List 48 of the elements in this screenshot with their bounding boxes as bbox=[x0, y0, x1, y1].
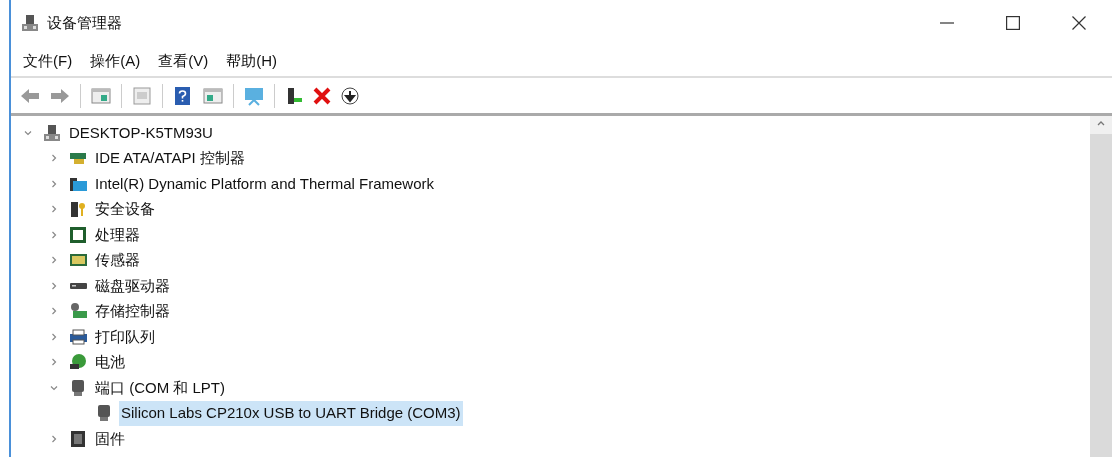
tree-item[interactable]: Silicon Labs CP210x USB to UART Bridge (COM3) bbox=[119, 401, 463, 426]
scrollbar[interactable] bbox=[1090, 116, 1112, 457]
tree-item[interactable]: Intel(R) Dynamic Platform and Thermal Framework bbox=[93, 171, 436, 196]
tree-item[interactable]: DESKTOP-K5TM93U bbox=[67, 120, 215, 145]
key-device-icon bbox=[69, 200, 87, 219]
close-icon[interactable] bbox=[1072, 16, 1086, 30]
tree-item[interactable]: 端口 (COM 和 LPT) bbox=[93, 375, 227, 400]
download-icon bbox=[340, 85, 360, 106]
tree-item[interactable]: 安全设备 bbox=[93, 197, 157, 222]
tree-item[interactable]: 固件 bbox=[93, 426, 127, 451]
menu-item[interactable]: 文件(F) bbox=[23, 47, 82, 75]
tree-item[interactable]: 电池 bbox=[93, 350, 127, 375]
window-icon bbox=[202, 85, 224, 106]
port-icon bbox=[69, 378, 87, 397]
chevron-right-icon[interactable] bbox=[49, 178, 59, 189]
delete-icon bbox=[312, 85, 332, 106]
menu-item[interactable]: 帮助(H) bbox=[226, 47, 286, 75]
disk-drive-icon bbox=[69, 282, 87, 289]
chevron-right-icon[interactable] bbox=[49, 306, 59, 317]
tree-item[interactable]: 处理器 bbox=[93, 222, 142, 247]
chevron-right-icon[interactable] bbox=[49, 357, 59, 368]
printer-icon bbox=[69, 327, 87, 346]
tree-item[interactable]: 磁盘驱动器 bbox=[93, 273, 172, 298]
chevron-right-icon[interactable] bbox=[49, 229, 59, 240]
chevron-right-icon[interactable] bbox=[49, 433, 59, 444]
storage-icon bbox=[69, 302, 87, 321]
chevron-right-icon[interactable] bbox=[49, 331, 59, 342]
window-icon bbox=[90, 85, 112, 106]
port-icon bbox=[95, 404, 113, 423]
tree-item[interactable]: IDE ATA/ATAPI 控制器 bbox=[93, 146, 247, 171]
tree-item[interactable]: 存储控制器 bbox=[93, 299, 172, 324]
document-icon bbox=[131, 85, 153, 106]
menu-item[interactable]: 操作(A) bbox=[90, 47, 150, 75]
chevron-right-icon[interactable] bbox=[49, 204, 59, 215]
firmware-icon bbox=[69, 429, 87, 448]
tree-item[interactable]: 传感器 bbox=[93, 248, 142, 273]
computer-icon bbox=[43, 123, 61, 142]
chevron-right-icon[interactable] bbox=[49, 255, 59, 266]
window-title: 设备管理器 bbox=[47, 12, 122, 33]
computer-icon bbox=[21, 14, 39, 32]
menu-item[interactable]: 查看(V) bbox=[158, 47, 218, 75]
chip-icon bbox=[69, 225, 87, 244]
monitor-icon bbox=[243, 85, 265, 106]
maximize-icon[interactable] bbox=[1006, 16, 1020, 30]
chevron-right-icon[interactable] bbox=[49, 280, 59, 291]
battery-icon bbox=[69, 353, 87, 372]
chevron-right-icon[interactable] bbox=[49, 153, 59, 164]
tree-item[interactable]: 打印队列 bbox=[93, 324, 157, 349]
